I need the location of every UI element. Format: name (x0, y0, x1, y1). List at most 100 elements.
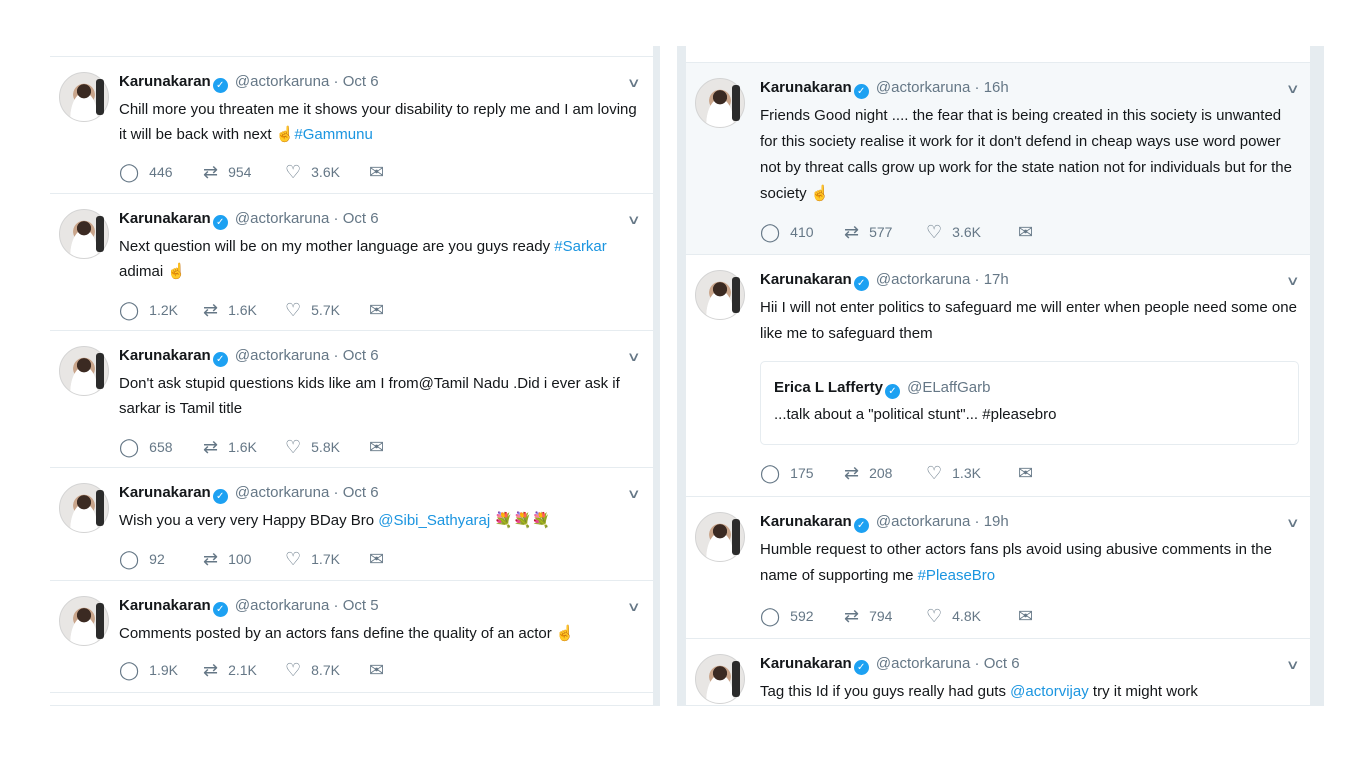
retweet-button[interactable]: ⇄ 954 (203, 163, 251, 181)
tweet[interactable]: Karunakaran ✓ @actorkaruna · Oct 5 ∨ Comm… (50, 580, 653, 692)
direct-message-button[interactable]: ✉ (369, 550, 394, 568)
mention-link[interactable]: @actorvijay (1010, 683, 1089, 700)
retweet-button[interactable]: ⇄ 208 (844, 464, 892, 482)
author-name[interactable]: Karunakaran (119, 210, 211, 227)
avatar[interactable] (59, 72, 109, 122)
tweet-time[interactable]: 16h (984, 79, 1009, 96)
tweet[interactable]: Karunakaran ✓ @actorkaruna · Oct 6 ∨ Wish… (50, 467, 653, 580)
avatar[interactable] (59, 596, 109, 646)
direct-message-button[interactable]: ✉ (1018, 464, 1043, 482)
like-button[interactable]: ♡ 1.7K (285, 550, 340, 568)
reply-button[interactable]: ◯ 175 (760, 464, 814, 482)
direct-message-button[interactable]: ✉ (369, 163, 394, 181)
avatar[interactable] (695, 512, 745, 562)
timeline-right[interactable]: Karunakaran ✓ @actorkaruna · 16h ∨ Friend… (686, 46, 1310, 706)
chevron-down-icon[interactable]: ∨ (627, 599, 641, 615)
author-name[interactable]: Karunakaran (119, 347, 211, 364)
author-name[interactable]: Karunakaran (760, 79, 852, 96)
tweet-time[interactable]: Oct 6 (343, 73, 379, 90)
author-handle[interactable]: @actorkaruna (235, 484, 329, 501)
chevron-down-icon[interactable]: ∨ (627, 486, 641, 502)
hashtag-link[interactable]: #PleaseBro (918, 567, 996, 584)
author-name[interactable]: Karunakaran (760, 513, 852, 530)
author-handle[interactable]: @actorkaruna (235, 597, 329, 614)
tweet[interactable]: Karunakaran ✓ @actorkaruna · Oct 6 ∨ Next… (50, 193, 653, 330)
reply-button[interactable]: ◯ 446 (119, 163, 173, 181)
author-handle[interactable]: @actorkaruna (876, 655, 970, 672)
like-button[interactable]: ♡ 4.8K (926, 607, 981, 625)
like-button[interactable]: ♡ 3.6K (285, 163, 340, 181)
tweet-time[interactable]: Oct 6 (343, 484, 379, 501)
direct-message-button[interactable]: ✉ (369, 301, 394, 319)
avatar[interactable] (59, 483, 109, 533)
reply-button[interactable]: ◯ 592 (760, 607, 814, 625)
hashtag-link[interactable]: #Sarkar (554, 238, 607, 255)
tweet[interactable]: Karunakaran ✓ @actorkaruna · 16h ∨ Friend… (686, 62, 1310, 254)
retweet-button[interactable]: ⇄ 1.6K (203, 301, 257, 319)
avatar[interactable] (59, 209, 109, 259)
reply-button[interactable]: ◯ 658 (119, 438, 173, 456)
like-icon: ♡ (285, 162, 302, 182)
retweet-button[interactable]: ⇄ 2.1K (203, 661, 257, 679)
chevron-down-icon[interactable]: ∨ (1286, 81, 1300, 97)
author-handle[interactable]: @actorkaruna (235, 73, 329, 90)
author-handle[interactable]: @actorkaruna (876, 271, 970, 288)
verified-badge-icon: ✓ (212, 215, 228, 230)
tweet-time[interactable]: Oct 6 (984, 655, 1020, 672)
reply-icon: ◯ (119, 300, 140, 320)
avatar[interactable] (695, 78, 745, 128)
direct-message-button[interactable]: ✉ (1018, 223, 1043, 241)
retweet-button[interactable]: ⇄ 1.6K (203, 438, 257, 456)
reply-button[interactable]: ◯ 410 (760, 223, 814, 241)
timeline-left[interactable]: Karunakaran ✓ @actorkaruna · Oct 6 ∨ Chil… (50, 56, 653, 706)
author-name[interactable]: Karunakaran (119, 484, 211, 501)
avatar[interactable] (59, 346, 109, 396)
avatar[interactable] (695, 270, 745, 320)
author-name[interactable]: Karunakaran (119, 597, 211, 614)
tweet[interactable]: Karunakaran ✓ @actorkaruna · 17h ∨ Hii I … (686, 254, 1310, 496)
author-name[interactable]: Karunakaran (760, 655, 852, 672)
like-button[interactable]: ♡ 5.7K (285, 301, 340, 319)
reply-count: 175 (790, 465, 814, 481)
direct-message-button[interactable]: ✉ (1018, 607, 1043, 625)
chevron-down-icon[interactable]: ∨ (627, 212, 641, 228)
tweet[interactable]: Karunakaran ✓ @actorkaruna · Oct 6 ∨ Don'… (50, 330, 653, 467)
tweet[interactable]: Karunakaran ✓ @actorkaruna · Oct 6 ∨ Chil… (50, 56, 653, 193)
chevron-down-icon[interactable]: ∨ (1286, 515, 1300, 531)
reply-button[interactable]: ◯ 92 (119, 550, 165, 568)
retweet-button[interactable]: ⇄ 100 (203, 550, 251, 568)
like-button[interactable]: ♡ 5.8K (285, 438, 340, 456)
chevron-down-icon[interactable]: ∨ (627, 75, 641, 91)
tweet-time[interactable]: Oct 5 (343, 597, 379, 614)
tweet-time[interactable]: 17h (984, 271, 1009, 288)
direct-message-button[interactable]: ✉ (369, 661, 394, 679)
reply-button[interactable]: ◯ 1.2K (119, 301, 178, 319)
chevron-down-icon[interactable]: ∨ (1286, 657, 1300, 673)
author-handle[interactable]: @actorkaruna (235, 210, 329, 227)
retweet-button[interactable]: ⇄ 794 (844, 607, 892, 625)
quoted-tweet[interactable]: Erica L Lafferty ✓ @ELaffGarb ...talk abo… (760, 361, 1299, 445)
direct-message-button[interactable]: ✉ (369, 438, 394, 456)
hashtag-link[interactable]: #Gammunu (294, 126, 372, 143)
chevron-down-icon[interactable]: ∨ (1286, 273, 1300, 289)
like-button[interactable]: ♡ 8.7K (285, 661, 340, 679)
reply-button[interactable]: ◯ 1.9K (119, 661, 178, 679)
chevron-down-icon[interactable]: ∨ (627, 349, 641, 365)
tweet-header: Karunakaran ✓ @actorkaruna · Oct 6 (760, 655, 1020, 675)
mention-link[interactable]: @Sibi_Sathyaraj (378, 512, 490, 529)
retweet-button[interactable]: ⇄ 577 (844, 223, 892, 241)
tweet-time[interactable]: Oct 6 (343, 347, 379, 364)
author-handle[interactable]: @actorkaruna (876, 79, 970, 96)
tweet[interactable]: Karunakaran ✓ @actorkaruna · Oct 6 ∨ Tag … (686, 638, 1310, 705)
tweet-time[interactable]: 19h (984, 513, 1009, 530)
like-button[interactable]: ♡ 1.3K (926, 464, 981, 482)
author-handle[interactable]: @actorkaruna (876, 513, 970, 530)
author-handle[interactable]: @actorkaruna (235, 347, 329, 364)
like-button[interactable]: ♡ 3.6K (926, 223, 981, 241)
retweet-icon: ⇄ (844, 222, 860, 242)
avatar[interactable] (695, 654, 745, 704)
tweet-time[interactable]: Oct 6 (343, 210, 379, 227)
tweet[interactable]: Karunakaran ✓ @actorkaruna · 19h ∨ Humble… (686, 496, 1310, 638)
author-name[interactable]: Karunakaran (760, 271, 852, 288)
author-name[interactable]: Karunakaran (119, 73, 211, 90)
